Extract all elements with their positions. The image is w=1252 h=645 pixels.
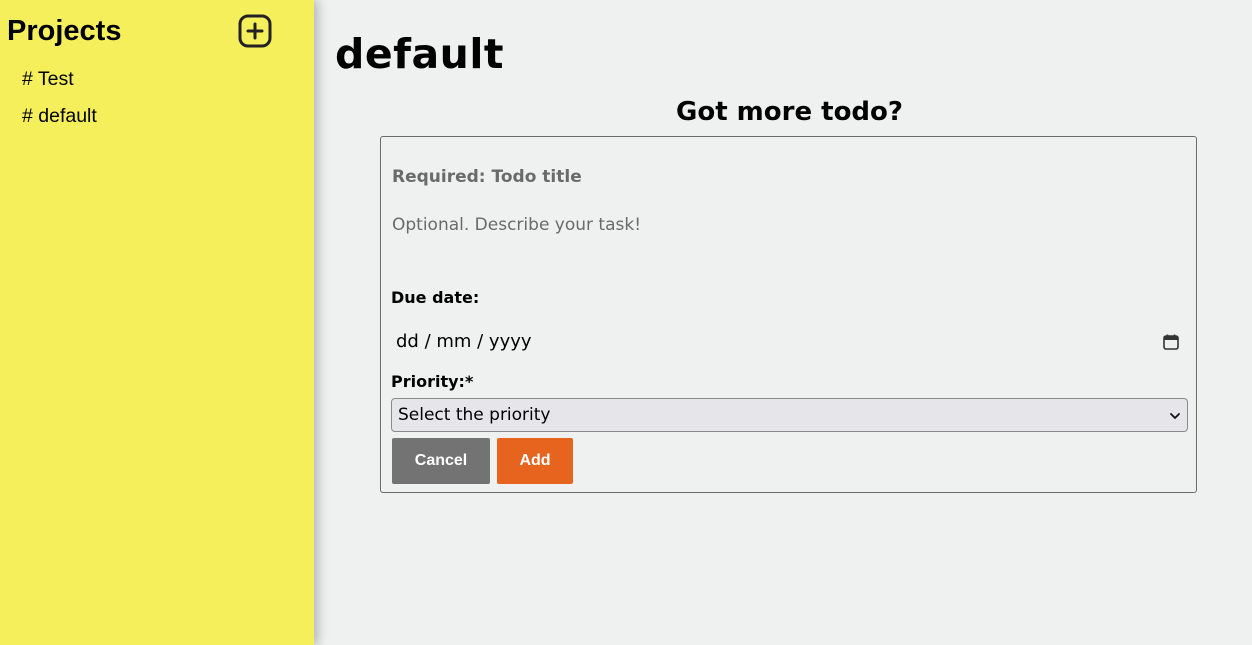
add-project-button[interactable] xyxy=(238,14,272,48)
todo-form: Due date: dd / mm / yyyy Priority:* Sele… xyxy=(380,136,1197,493)
sidebar: Projects # Test # default xyxy=(0,0,314,645)
sidebar-title: Projects xyxy=(7,15,122,47)
plus-square-icon[interactable] xyxy=(238,14,272,48)
priority-selected-value: Select the priority xyxy=(398,405,551,425)
priority-select[interactable]: Select the priority xyxy=(391,398,1188,432)
due-date-label: Due date: xyxy=(391,288,480,307)
add-button[interactable]: Add xyxy=(497,438,573,484)
todo-description-input[interactable] xyxy=(392,215,1182,255)
project-item-default[interactable]: # default xyxy=(22,98,97,135)
priority-label: Priority:* xyxy=(391,372,474,391)
sidebar-header: Projects xyxy=(7,12,277,52)
form-heading: Got more todo? xyxy=(676,97,903,127)
chevron-down-icon xyxy=(1170,413,1180,419)
todo-title-input[interactable] xyxy=(392,162,1182,192)
project-list: # Test # default xyxy=(22,61,97,135)
calendar-icon[interactable] xyxy=(1162,333,1180,351)
due-date-input[interactable]: dd / mm / yyyy xyxy=(392,326,1189,358)
page-title: default xyxy=(335,30,505,78)
cancel-button[interactable]: Cancel xyxy=(392,438,490,484)
main-content: default Got more todo? Due date: dd / mm… xyxy=(314,0,1252,645)
project-item-test[interactable]: # Test xyxy=(22,61,97,98)
due-date-placeholder: dd / mm / yyyy xyxy=(396,331,532,352)
